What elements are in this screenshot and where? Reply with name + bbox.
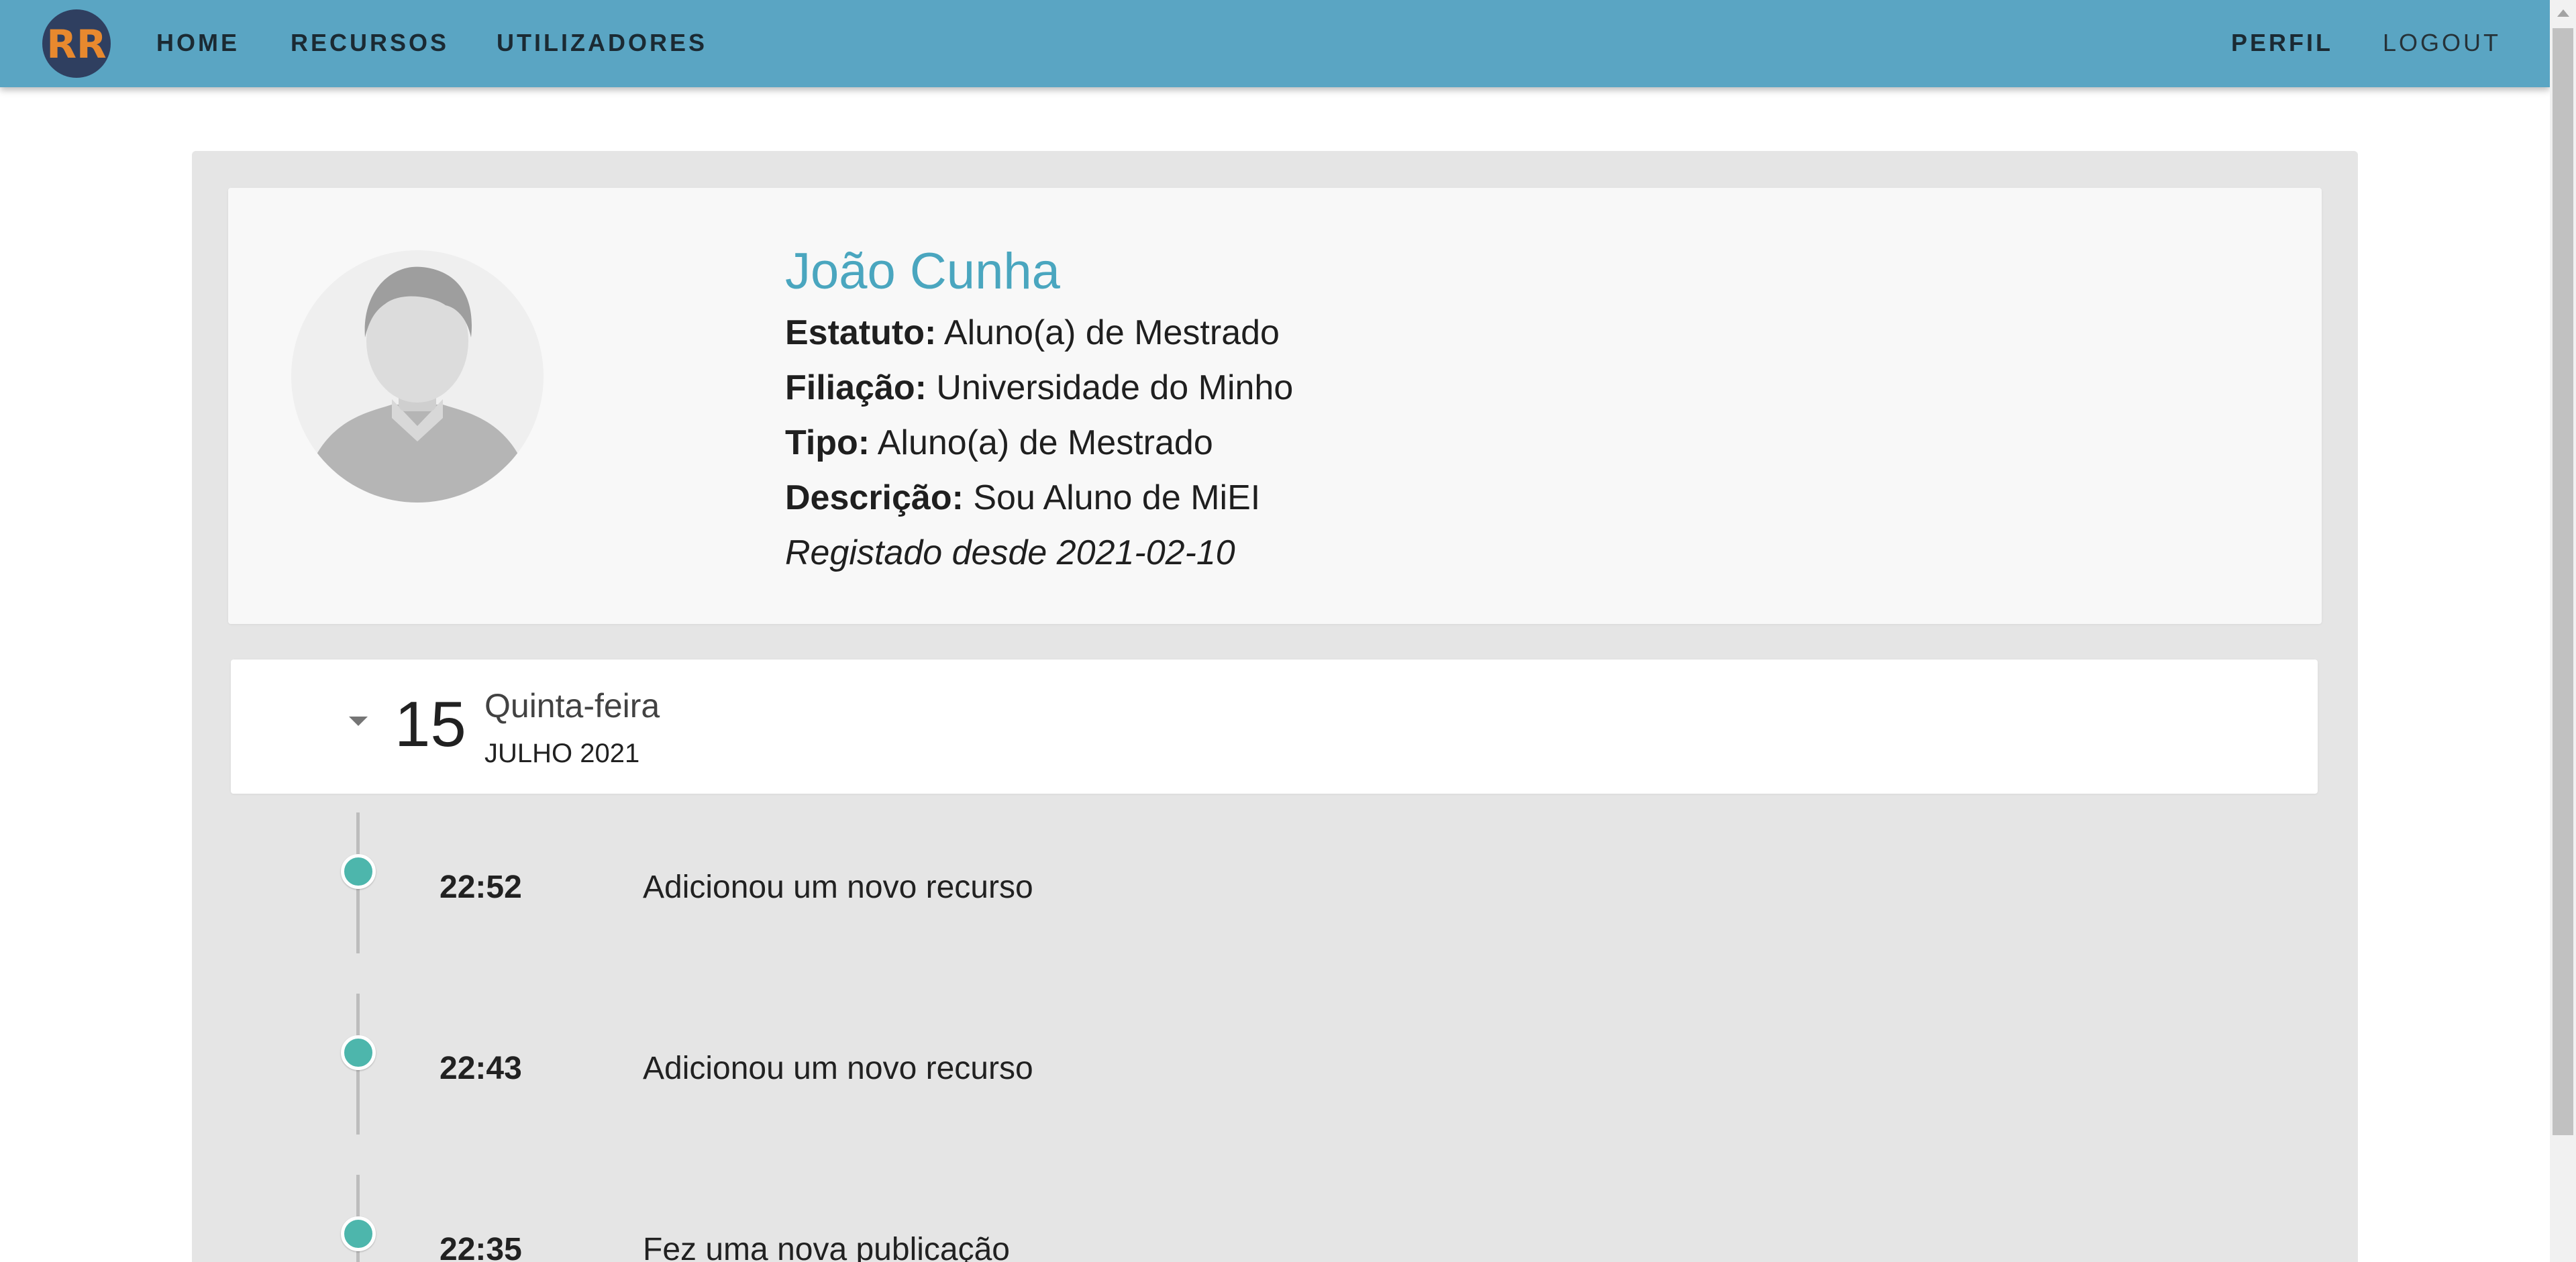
event-time: 22:43 xyxy=(440,1051,522,1086)
timeline-dot-icon xyxy=(341,854,376,889)
scrollbar-thumb[interactable] xyxy=(2553,28,2573,1135)
profile-card: João Cunha Estatuto: Aluno(a) de Mestrad… xyxy=(228,188,2322,624)
user-silhouette-icon xyxy=(291,250,544,503)
event-text: Adicionou um novo recurso xyxy=(643,1051,1033,1086)
timeline-item: 22:35 Fez uma nova publicação xyxy=(192,1175,2358,1262)
profile-field-estatuto: Estatuto: Aluno(a) de Mestrado xyxy=(785,305,1293,360)
main-panel: João Cunha Estatuto: Aluno(a) de Mestrad… xyxy=(192,151,2358,1262)
date-month-year: JULHO 2021 xyxy=(484,739,640,768)
event-text: Fez uma nova publicação xyxy=(643,1232,1010,1262)
logo[interactable]: RR xyxy=(42,9,111,78)
vertical-scrollbar[interactable] xyxy=(2550,0,2576,1262)
avatar xyxy=(291,250,544,503)
field-value: Aluno(a) de Mestrado xyxy=(877,423,1213,462)
timeline-dot-icon xyxy=(341,1035,376,1070)
event-time: 22:52 xyxy=(440,870,522,905)
timeline-date-header[interactable]: 15 Quinta-feira JULHO 2021 xyxy=(231,660,2318,794)
field-label: Tipo: xyxy=(785,423,870,462)
svg-text:RR: RR xyxy=(46,21,106,67)
field-label: Filiação: xyxy=(785,368,927,407)
page: RR HOME RECURSOS UTILIZADORES PERFIL LOG… xyxy=(0,0,2550,1262)
profile-info: João Cunha Estatuto: Aluno(a) de Mestrad… xyxy=(785,238,1293,580)
field-label: Descrição: xyxy=(785,478,964,517)
profile-name: João Cunha xyxy=(785,243,1060,300)
nav-logout[interactable]: LOGOUT xyxy=(2383,29,2501,57)
chevron-down-icon[interactable] xyxy=(349,717,368,726)
field-value: Sou Aluno de MiEI xyxy=(973,478,1261,517)
timeline-dot-icon xyxy=(341,1216,376,1251)
profile-field-descricao: Descrição: Sou Aluno de MiEI xyxy=(785,470,1293,525)
nav-home[interactable]: HOME xyxy=(156,29,240,57)
field-value: Universidade do Minho xyxy=(936,368,1294,407)
nav-utilizadores[interactable]: UTILIZADORES xyxy=(497,29,707,57)
top-navbar: RR HOME RECURSOS UTILIZADORES PERFIL LOG… xyxy=(0,0,2550,87)
scroll-up-arrow-icon[interactable] xyxy=(2557,9,2569,17)
logo-icon: RR xyxy=(46,21,106,67)
profile-field-tipo: Tipo: Aluno(a) de Mestrado xyxy=(785,415,1293,470)
field-value: Aluno(a) de Mestrado xyxy=(943,313,1280,352)
event-time: 22:35 xyxy=(440,1232,522,1262)
date-weekday: Quinta-feira xyxy=(484,687,660,725)
date-day: 15 xyxy=(395,688,466,760)
timeline-item: 22:43 Adicionou um novo recurso xyxy=(192,994,2358,1141)
nav-recursos[interactable]: RECURSOS xyxy=(291,29,449,57)
event-text: Adicionou um novo recurso xyxy=(643,870,1033,905)
field-label: Estatuto: xyxy=(785,313,937,352)
profile-field-filiacao: Filiação: Universidade do Minho xyxy=(785,360,1293,415)
nav-perfil[interactable]: PERFIL xyxy=(2231,29,2333,57)
timeline-item: 22:52 Adicionou um novo recurso xyxy=(192,812,2358,960)
registered-date: Registado desde 2021-02-10 xyxy=(785,533,1235,572)
